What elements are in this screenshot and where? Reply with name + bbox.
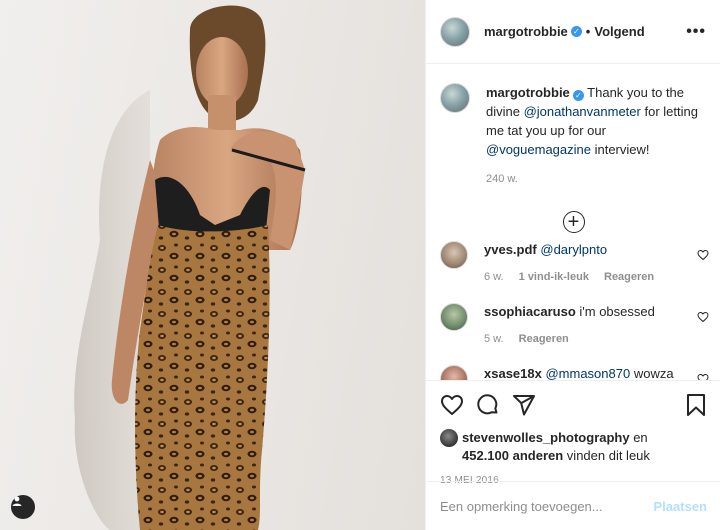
plus-circle-icon: + [562,211,585,233]
caption-mention-2[interactable]: @voguemagazine [486,142,591,157]
comment-item: xsase18x @mmason870 wowza [426,365,720,380]
more-horizontal-icon[interactable]: ••• [686,23,706,41]
reply-button[interactable]: Reageren [604,271,654,283]
liker-avatar[interactable] [440,429,458,447]
comment-avatar[interactable] [440,241,468,269]
likes-joiner: en [629,430,648,445]
comment-text: i'm obsessed [579,304,655,319]
post-photo[interactable] [0,0,425,530]
comment-heart-icon[interactable] [697,373,709,380]
comment-age[interactable]: 5 w. [484,333,504,345]
caption-mention-1[interactable]: @jonathanvanmeter [524,104,641,119]
photo-illustration [74,5,306,530]
caption-avatar[interactable] [440,83,470,113]
author-username[interactable]: margotrobbie [484,24,568,39]
add-comment-bar: Plaatsen [426,481,720,530]
user-tag-icon[interactable] [11,495,35,519]
follow-button[interactable]: Volgend [594,24,644,39]
likes-suffix: vinden dit leuk [563,448,650,463]
comment-username[interactable]: ssophiacaruso [484,304,576,319]
comments-list[interactable]: margotrobbie ✓ Thank you to the divine @j… [426,65,720,380]
comment-item: yves.pdf @darylpnto 6 w. 1 vind-ik-leuk … [426,241,720,286]
comment-input[interactable] [440,498,654,514]
comment-meta: 6 w. 1 vind-ik-leuk Reageren [484,268,707,286]
caption-username[interactable]: margotrobbie [486,85,570,100]
paper-plane-icon[interactable] [512,393,536,417]
comment-mention[interactable]: @mmason870 [545,366,630,380]
post-comment-button[interactable]: Plaatsen [654,499,707,514]
verified-badge-icon: ✓ [572,90,584,101]
comment-item: ssophiacaruso i'm obsessed 5 w. Reageren [426,303,720,348]
comment-avatar[interactable] [440,365,468,380]
verified-badge-icon: ✓ [570,26,582,37]
action-icons [440,381,707,429]
bookmark-icon[interactable] [685,393,707,417]
liker-username[interactable]: stevenwolles_photography [462,430,630,445]
post-header: margotrobbie ✓ • Volgend ••• [426,0,720,64]
comment-age[interactable]: 6 w. [484,271,504,283]
caption-age[interactable]: 240 w. [486,170,707,189]
caption-text-3: interview! [590,142,650,157]
reply-button[interactable]: Reageren [519,333,569,345]
likes-count[interactable]: 452.100 anderen [462,448,563,463]
comment-mention[interactable]: @darylpnto [540,242,607,257]
comment-icon[interactable] [476,393,500,417]
comment-heart-icon[interactable] [697,311,709,326]
author-avatar[interactable] [440,16,470,47]
post-caption: margotrobbie ✓ Thank you to the divine @j… [426,65,720,189]
comment-like-count[interactable]: 1 vind-ik-leuk [519,271,589,283]
likes-summary: stevenwolles_photography en 452.100 ande… [440,429,707,465]
load-more-comments-button[interactable]: + [426,211,720,233]
heart-icon[interactable] [440,393,464,417]
post-actions: stevenwolles_photography en 452.100 ande… [426,380,720,486]
person-icon [12,496,22,506]
comment-username[interactable]: xsase18x [484,366,542,380]
comment-avatar[interactable] [440,303,468,331]
separator-dot: • [585,24,591,39]
comment-username[interactable]: yves.pdf [484,242,537,257]
comment-heart-icon[interactable] [697,249,709,264]
post-details-panel: margotrobbie ✓ • Volgend ••• margotrobbi… [425,0,720,530]
comment-text: wowza [630,366,674,380]
comment-meta: 5 w. Reageren [484,330,707,348]
